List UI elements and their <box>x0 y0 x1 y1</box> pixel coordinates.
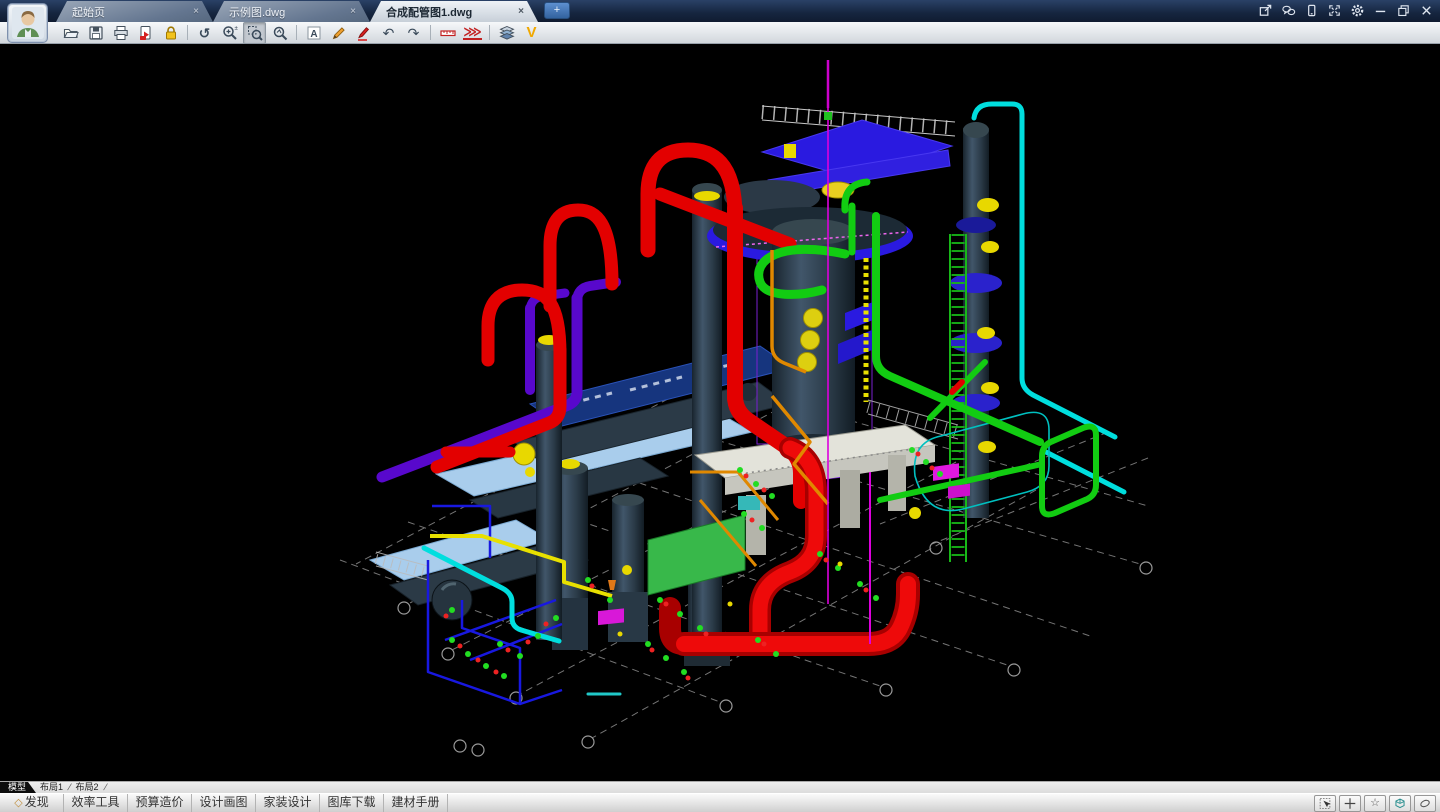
chat-icon[interactable] <box>1280 2 1296 18</box>
star-icon[interactable]: ☆ <box>1364 795 1386 812</box>
fullscreen-icon[interactable] <box>1326 2 1342 18</box>
toolbar-separator <box>187 25 188 40</box>
cube-3d-icon[interactable] <box>1389 795 1411 812</box>
tab-piping-dwg[interactable]: 合成配管图1.dwg × <box>370 1 538 22</box>
status-toggle-icons: ☆ <box>1314 795 1436 812</box>
green-panel <box>647 514 746 596</box>
layout-tab-bar: 模型 布局1 / 布局2 / <box>0 781 1440 793</box>
restore-icon[interactable] <box>1395 2 1411 18</box>
tab-label: 起始页 <box>72 6 105 19</box>
titlebar: 起始页 × 示例图.dwg × 合成配管图1.dwg × + <box>0 0 1440 22</box>
menu-item-materials-handbook[interactable]: 建材手册 <box>384 794 448 812</box>
toolbar-separator <box>296 25 297 40</box>
star-glyph: ☆ <box>1370 797 1380 809</box>
measure-button[interactable] <box>436 22 459 44</box>
tab-sample-dwg[interactable]: 示例图.dwg × <box>213 1 370 22</box>
layout-tab-layout1[interactable]: 布局1 <box>36 782 67 793</box>
orbit-icon: ↺ <box>198 24 211 41</box>
model-viewport[interactable] <box>0 44 1440 781</box>
diamond-icon: ◇ <box>14 797 23 809</box>
orbit-button[interactable]: ↺ <box>193 22 216 44</box>
fast-forward-button[interactable]: ⋙ <box>461 22 484 44</box>
brand-v-button[interactable]: V <box>520 22 543 44</box>
menu-item-gallery-download[interactable]: 图库下载 <box>320 794 384 812</box>
tab-close-icon[interactable]: × <box>193 6 199 17</box>
tab-label: 示例图.dwg <box>229 6 286 19</box>
pen-markup-button[interactable] <box>352 22 375 44</box>
crosshair-icon[interactable] <box>1339 795 1361 812</box>
zoom-extents-button[interactable] <box>268 22 291 44</box>
menu-item-label: 发现 <box>24 795 49 809</box>
open-file-button[interactable] <box>59 22 82 44</box>
user-avatar-button[interactable] <box>7 3 48 43</box>
minimize-icon[interactable] <box>1372 2 1388 18</box>
layers-button[interactable] <box>495 22 518 44</box>
menu-item-design-drawing[interactable]: 设计画图 <box>192 794 256 812</box>
tab-label: 合成配管图1.dwg <box>386 6 473 19</box>
close-icon[interactable] <box>1418 2 1434 18</box>
mobile-icon[interactable] <box>1303 2 1319 18</box>
zoom-in-out-button[interactable]: ± <box>218 22 241 44</box>
save-button[interactable] <box>84 22 107 44</box>
pencil-markup-button[interactable] <box>327 22 350 44</box>
cad-viewer-window: 起始页 × 示例图.dwg × 合成配管图1.dwg × + ↺ ± A ↶ ↷… <box>0 0 1440 812</box>
avatar-person-icon <box>11 7 44 39</box>
lasso-icon[interactable] <box>1414 795 1436 812</box>
svg-text:A: A <box>310 29 317 40</box>
tab-close-icon[interactable]: × <box>518 6 524 17</box>
menu-item-home-design[interactable]: 家装设计 <box>256 794 320 812</box>
bottom-menu-bar: ◇ 发现 效率工具 预算造价 设计画图 家装设计 图库下载 建材手册 ☆ <box>0 793 1440 812</box>
zoom-window-button[interactable] <box>243 21 266 44</box>
document-tabs: 起始页 × 示例图.dwg × 合成配管图1.dwg × + <box>56 0 570 22</box>
svg-text:±: ± <box>234 26 238 32</box>
undo-icon: ↶ <box>382 24 395 41</box>
brand-v-icon: V <box>526 24 537 41</box>
settings-icon[interactable] <box>1349 2 1365 18</box>
layout-tab-layout2[interactable]: 布局2 <box>72 782 103 793</box>
text-annotate-button[interactable]: A <box>302 22 325 44</box>
print-button[interactable] <box>109 22 132 44</box>
tab-start-page[interactable]: 起始页 × <box>56 1 213 22</box>
tab-close-icon[interactable]: × <box>350 6 356 17</box>
select-cursor-icon[interactable] <box>1314 795 1336 812</box>
share-icon[interactable] <box>1257 2 1273 18</box>
undo-button[interactable]: ↶ <box>377 22 400 44</box>
layout-tab-model[interactable]: 模型 <box>0 782 36 793</box>
menu-item-efficiency-tools[interactable]: 效率工具 <box>64 794 128 812</box>
export-pdf-button[interactable] <box>134 22 157 44</box>
redo-icon: ↷ <box>407 24 420 41</box>
fast-forward-icon: ⋙ <box>463 24 482 40</box>
new-tab-button[interactable]: + <box>544 2 570 19</box>
window-controls <box>1257 2 1434 18</box>
menu-item-budget-pricing[interactable]: 预算造价 <box>128 794 192 812</box>
menu-item-discover[interactable]: ◇ 发现 <box>0 794 64 812</box>
toolbar-separator <box>489 25 490 40</box>
lock-button[interactable] <box>159 22 182 44</box>
toolbar-separator <box>430 25 431 40</box>
redo-button[interactable]: ↷ <box>402 22 425 44</box>
top-deck <box>724 105 956 214</box>
model-canvas[interactable] <box>0 44 1440 781</box>
toolbar: ↺ ± A ↶ ↷ ⋙ V <box>0 21 1440 44</box>
